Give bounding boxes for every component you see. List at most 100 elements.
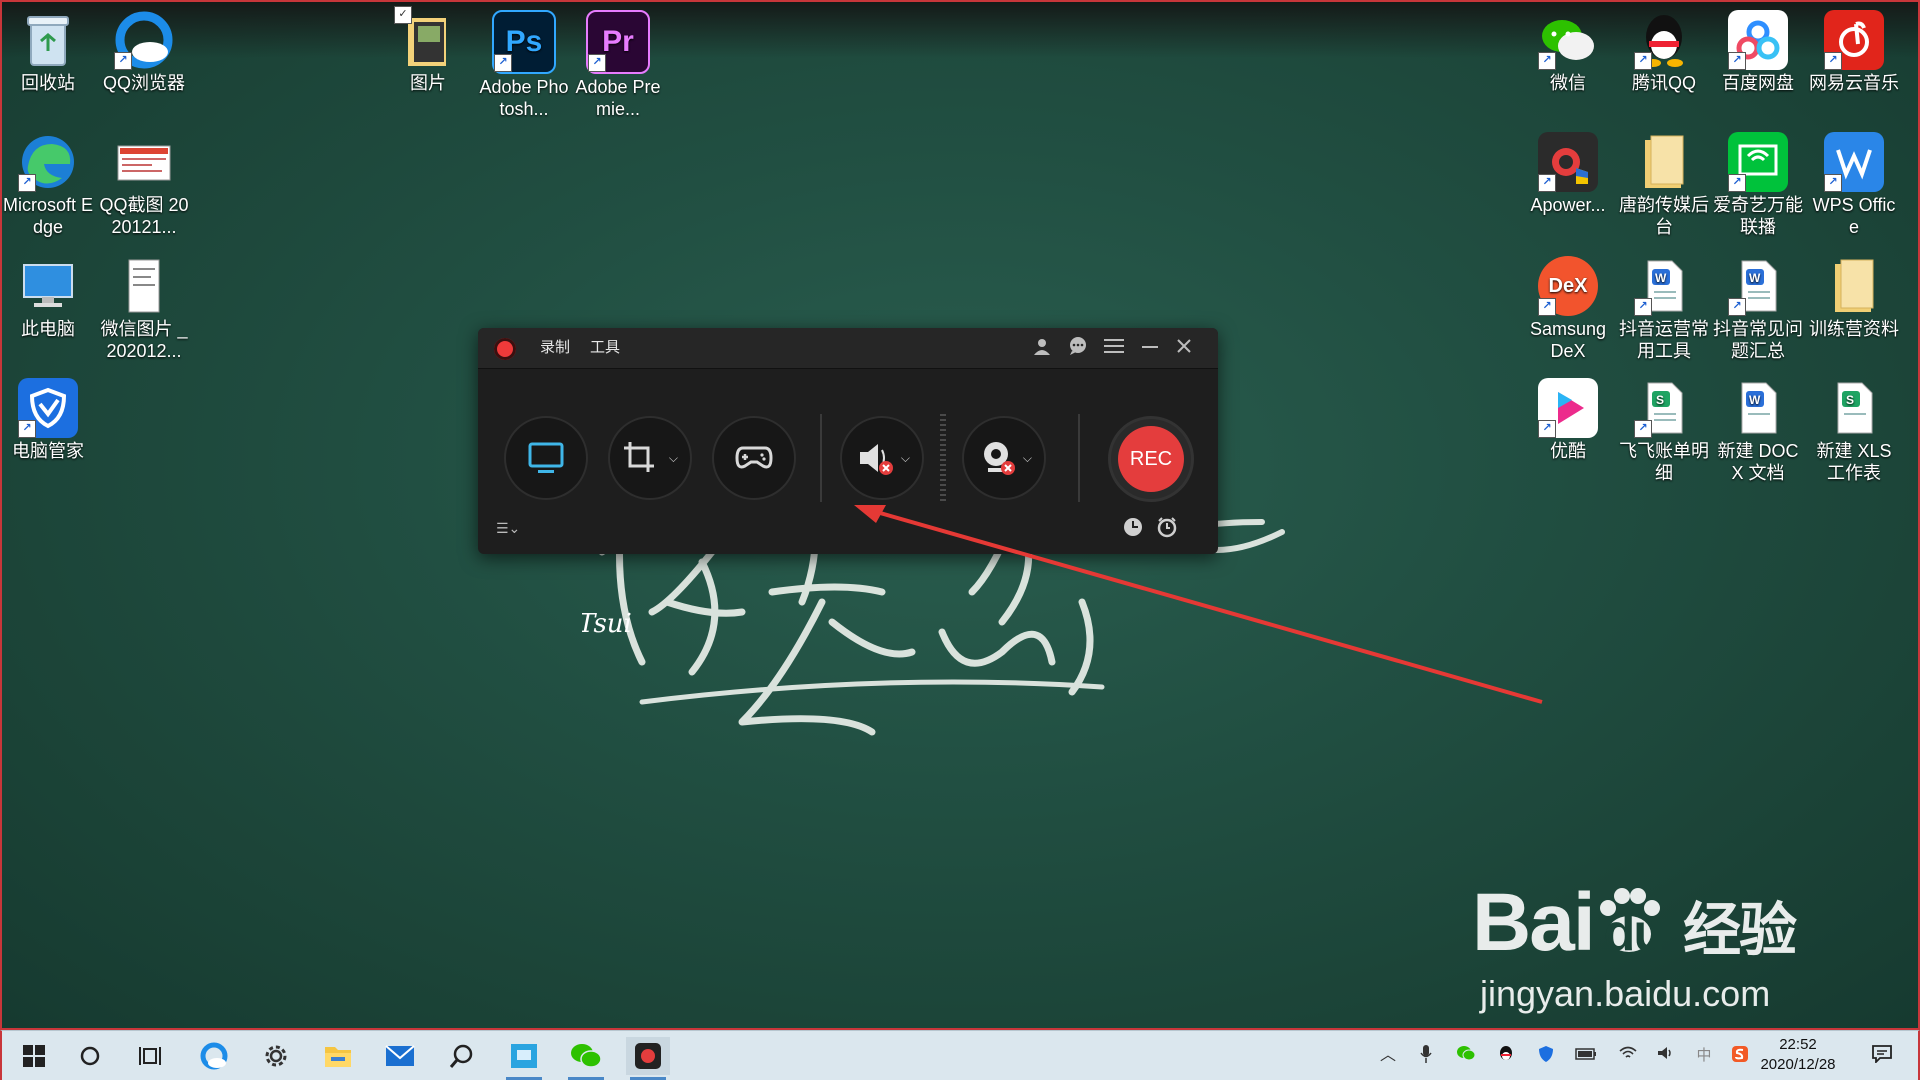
menu-record[interactable]: 录制 [540,328,570,368]
start-button[interactable] [12,1037,56,1075]
desktop: 。Tsui 回收站 ↗ QQ浏览器 ↗ Microsoft Edge QQ截图 … [0,0,1920,1030]
monitor-icon [528,442,564,473]
taskbar-file-explorer[interactable] [316,1037,360,1075]
notification-center-icon[interactable] [1870,1045,1894,1067]
word-doc-icon: W ↗ [1634,256,1694,316]
chevron-down-icon[interactable]: ⌵ [669,451,678,466]
desktop-icon-netease-music[interactable]: ↗ 网易云音乐 [1808,10,1900,94]
divider [1078,414,1080,502]
baidu-watermark: Bai du 经验 jingyan.baidu.com [1472,877,1797,1014]
desktop-icon-douyin-faq[interactable]: W ↗ 抖音常见问题汇总 [1712,256,1804,362]
system-clock[interactable]: 22:52 2020/12/28 [1748,1035,1848,1075]
menu-tools[interactable]: 工具 [590,328,620,368]
cloud-icon: ↗ [1728,10,1788,70]
recorder-titlebar[interactable]: 录制 工具 [478,328,1218,369]
wechat-icon: ↗ [1538,10,1598,70]
svg-text:W: W [1655,271,1667,285]
annotation-arrow [854,505,1543,704]
rec-button-label: REC [1118,426,1184,492]
user-icon[interactable] [1030,336,1054,360]
menu-icon[interactable] [1102,336,1126,360]
desktop-icon-tangyun-folder[interactable]: 唐韵传媒后台 [1618,132,1710,238]
task-view-button[interactable] [128,1037,172,1075]
edge-icon: ↗ [18,132,78,192]
desktop-icon-samsung-dex[interactable]: DeX ↗ Samsung DeX [1522,256,1614,362]
computer-icon [18,256,78,316]
list-options-icon[interactable]: ☰⌄ [496,520,520,537]
music-icon: ↗ [1824,10,1884,70]
taskbar-wechat[interactable] [564,1037,608,1080]
battery-icon[interactable] [1574,1045,1598,1067]
rec-button[interactable]: REC [1108,416,1194,502]
folder-icon: ✓ [394,6,458,70]
wifi-icon[interactable] [1616,1045,1640,1067]
ime-indicator[interactable]: 中 [1692,1045,1716,1067]
desktop-icon-qq-browser[interactable]: ↗ QQ浏览器 [98,10,190,94]
taskbar-mail[interactable] [378,1037,422,1075]
desktop-icon-new-docx[interactable]: W 新建 DOCX 文档 [1712,378,1804,484]
tray-wechat-icon[interactable] [1454,1045,1478,1067]
recorder-logo-icon [494,338,516,360]
taskbar: ︿ 中 22:52 2020/12/28 [0,1030,1920,1080]
mail-icon [385,1045,415,1066]
minimize-icon[interactable] [1138,336,1162,360]
desktop-icon-edge[interactable]: ↗ Microsoft Edge [2,132,94,238]
app-window-icon [511,1044,537,1068]
chevron-down-icon[interactable]: ⌵ [901,451,910,466]
desktop-icon-apowersoft[interactable]: ↗ Apower... [1522,132,1614,216]
desktop-icon-youku[interactable]: ↗ 优酷 [1522,378,1614,462]
desktop-icon-qq[interactable]: ↗ 腾讯QQ [1618,10,1710,94]
drag-handle[interactable] [940,414,946,502]
desktop-icon-premiere[interactable]: Pr ↗ Adobe Premie... [572,10,664,120]
desktop-icon-baidu-netdisk[interactable]: ↗ 百度网盘 [1712,10,1804,94]
webcam-button[interactable]: ⌵ [962,416,1046,500]
task-view-icon [139,1047,161,1065]
crop-icon [624,442,655,472]
system-audio-button[interactable]: ⌵ [840,416,924,500]
desktop-icon-new-xls[interactable]: S 新建 XLS 工作表 [1808,378,1900,484]
gear-icon [265,1045,287,1067]
show-hidden-icons-chevron-up-icon[interactable]: ︿ [1376,1045,1400,1067]
desktop-icon-qq-screenshot[interactable]: QQ截图 2020121... [98,132,190,238]
excel-doc-icon: S [1824,378,1884,438]
windows-icon [23,1045,45,1067]
desktop-icon-wechat[interactable]: ↗ 微信 [1522,10,1614,94]
desktop-icon-wps[interactable]: ↗ WPS Office [1808,132,1900,238]
desktop-icon-pictures[interactable]: ✓ 图片 [382,6,474,94]
volume-icon[interactable] [1654,1045,1678,1067]
desktop-icon-feifei-bill[interactable]: S ↗ 飞飞账单明细 [1618,378,1710,484]
wechat-icon [571,1044,602,1068]
fullscreen-record-button[interactable] [504,416,588,500]
chat-icon[interactable] [1066,336,1090,360]
taskbar-search-app[interactable] [440,1037,484,1075]
photoshop-icon: Ps ↗ [492,10,556,74]
youku-icon: ↗ [1538,378,1598,438]
svg-text:W: W [1749,393,1761,407]
game-record-button[interactable] [712,416,796,500]
desktop-icon-training-folder[interactable]: 训练营资料 [1808,256,1900,340]
close-icon[interactable] [1172,336,1196,360]
folder-icon [325,1047,351,1067]
desktop-icon-iqiyi-cast[interactable]: ↗ 爱奇艺万能联播 [1712,132,1804,238]
shield-icon: ↗ [18,378,78,438]
word-doc-icon: W [1728,378,1788,438]
desktop-icon-this-pc[interactable]: 此电脑 [2,256,94,340]
chevron-down-icon[interactable]: ⌵ [1023,451,1032,466]
desktop-icon-douyin-tools[interactable]: W ↗ 抖音运营常用工具 [1618,256,1710,362]
taskbar-qq-browser[interactable] [192,1037,236,1075]
tray-qq-icon[interactable] [1494,1045,1518,1067]
taskbar-settings[interactable] [254,1037,298,1075]
region-record-button[interactable]: ⌵ [608,416,692,500]
taskbar-pc-app[interactable] [502,1037,546,1080]
desktop-icon-photoshop[interactable]: Ps ↗ Adobe Photosh... [478,10,570,120]
microphone-icon[interactable] [1414,1045,1438,1067]
svg-text:S: S [1656,393,1664,407]
taskbar-recorder[interactable] [626,1037,670,1080]
search-button[interactable] [68,1037,112,1075]
premiere-icon: Pr ↗ [586,10,650,74]
desktop-icon-wechat-image[interactable]: 微信图片 _202012... [98,256,190,362]
wallpaper-signature: 。Tsui [582,609,632,639]
tray-shield-icon[interactable] [1534,1045,1558,1067]
desktop-icon-pc-manager[interactable]: ↗ 电脑管家 [2,378,94,462]
desktop-icon-recycle-bin[interactable]: 回收站 [2,10,94,94]
